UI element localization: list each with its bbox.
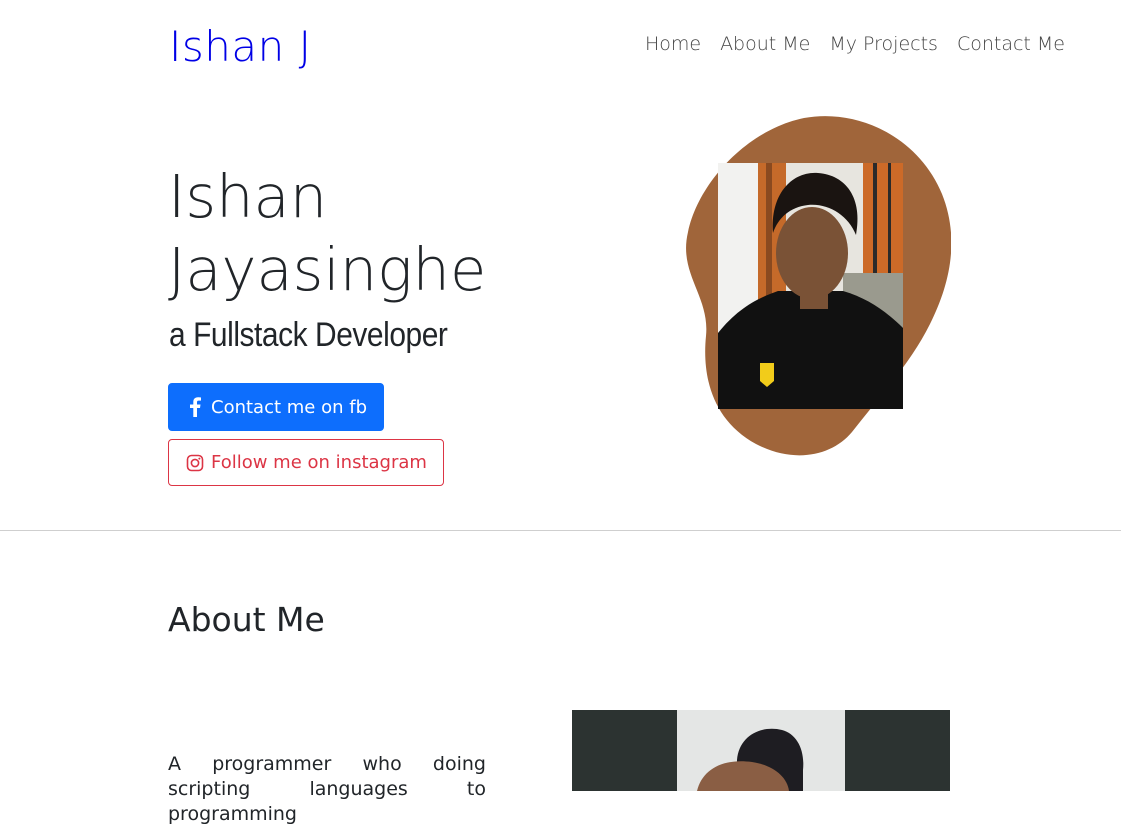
hero-first-name: Ishan: [168, 162, 328, 231]
facebook-icon: [185, 397, 205, 417]
hero-role: a Fullstack Developer: [169, 316, 448, 354]
follow-instagram-button[interactable]: Follow me on instagram: [168, 439, 444, 486]
about-text: A programmer who doing scripting languag…: [168, 753, 486, 825]
follow-instagram-label: Follow me on instagram: [211, 452, 427, 473]
about-title: About Me: [168, 600, 325, 639]
hero-name: Ishan Jayasinghe: [168, 160, 588, 306]
profile-photo: [718, 163, 903, 409]
brand-logo[interactable]: Ishan J: [169, 22, 311, 71]
nav-my-projects[interactable]: My Projects: [829, 33, 938, 55]
contact-fb-button[interactable]: Contact me on fb: [168, 383, 384, 431]
nav-contact-me[interactable]: Contact Me: [957, 33, 1065, 55]
nav-about-me[interactable]: About Me: [720, 33, 810, 55]
nav-home[interactable]: Home: [645, 33, 701, 55]
hero-last-name: Jayasinghe: [168, 235, 487, 304]
main-nav: Home About Me My Projects Contact Me: [645, 33, 1065, 55]
section-divider: [0, 530, 1121, 531]
about-photo: [572, 710, 950, 791]
contact-fb-label: Contact me on fb: [211, 396, 367, 418]
instagram-icon: [185, 453, 205, 473]
